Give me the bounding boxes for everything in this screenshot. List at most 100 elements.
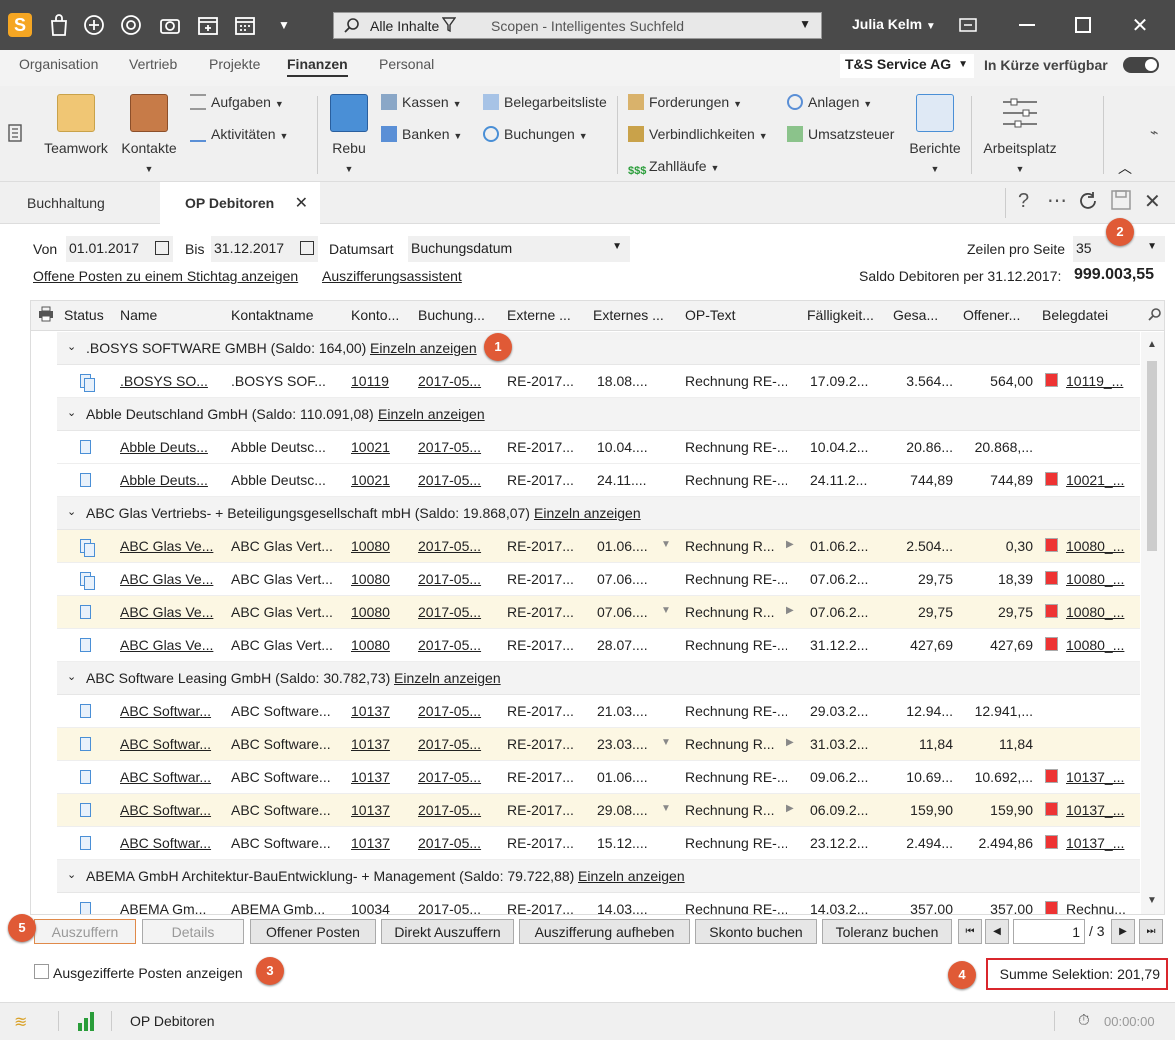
pdf-icon[interactable] bbox=[1045, 373, 1058, 387]
cell-konto[interactable]: 10119 bbox=[351, 373, 401, 389]
edit-icon[interactable]: ≋ bbox=[14, 1012, 27, 1032]
pdf-icon[interactable] bbox=[1045, 802, 1058, 816]
cell-belegdatei[interactable]: 10137_... bbox=[1066, 769, 1136, 785]
einzeln-anzeigen-link[interactable]: Einzeln anzeigen bbox=[534, 505, 641, 521]
menu-organisation[interactable]: Organisation bbox=[19, 56, 98, 72]
cell-konto[interactable]: 10137 bbox=[351, 769, 401, 785]
table-row[interactable]: .BOSYS SO... .BOSYS SOF... 10119 2017-05...… bbox=[57, 365, 1140, 398]
toleranz-buchen-button[interactable]: Toleranz buchen bbox=[822, 919, 952, 944]
cell-konto[interactable]: 10080 bbox=[351, 571, 401, 587]
aufgaben-button[interactable]: Aufgaben ▼ bbox=[190, 94, 284, 110]
prev-page-icon[interactable]: ◀ bbox=[985, 919, 1009, 944]
filter-icon[interactable] bbox=[441, 17, 457, 36]
close-tab-icon[interactable]: ✕ bbox=[295, 193, 308, 213]
calendar-icon[interactable] bbox=[155, 241, 169, 255]
cell-konto[interactable]: 10137 bbox=[351, 802, 401, 818]
ausgezifferte-checkbox[interactable] bbox=[34, 964, 49, 979]
app-logo[interactable]: S bbox=[8, 13, 32, 37]
aktivitaeten-button[interactable]: Aktivitäten ▼ bbox=[190, 126, 288, 142]
chevron-down-icon[interactable]: ⌄ bbox=[67, 505, 76, 518]
search-field[interactable]: Alle Inhalte Scopen - Intelligentes Such… bbox=[333, 12, 822, 39]
cell-name[interactable]: Abble Deuts... bbox=[120, 439, 220, 455]
buchungen-button[interactable]: Buchungen ▼ bbox=[483, 126, 588, 142]
calendar-icon[interactable] bbox=[231, 11, 259, 39]
scrollbar-thumb[interactable] bbox=[1147, 361, 1157, 551]
col-name[interactable]: Name bbox=[120, 307, 220, 323]
banken-button[interactable]: Banken ▼ bbox=[381, 126, 462, 142]
panel-toggle-icon[interactable] bbox=[8, 124, 22, 145]
berichte-button[interactable]: Berichte ▼ bbox=[905, 94, 965, 174]
kontakte-button[interactable]: Kontakte ▼ bbox=[118, 94, 180, 174]
einzeln-anzeigen-link[interactable]: Einzeln anzeigen bbox=[378, 406, 485, 422]
scroll-down-icon[interactable]: ▼ bbox=[1147, 895, 1157, 906]
table-row[interactable]: ABC Softwar... ABC Software... 10137 2017-0… bbox=[57, 761, 1140, 794]
cell-name[interactable]: ABEMA Gm... bbox=[120, 901, 220, 914]
rebu-button[interactable]: Rebu ▼ bbox=[327, 94, 371, 174]
cell-buchung[interactable]: 2017-05... bbox=[418, 604, 500, 620]
einzeln-anzeigen-link[interactable]: Einzeln anzeigen bbox=[578, 868, 685, 884]
more-options-icon[interactable]: ⋯ bbox=[1047, 188, 1067, 213]
stichtag-link[interactable]: Offene Posten zu einem Stichtag anzeigen bbox=[33, 268, 298, 284]
refresh-icon[interactable] bbox=[1077, 190, 1099, 215]
cell-name[interactable]: ABC Softwar... bbox=[120, 769, 220, 785]
cell-buchung[interactable]: 2017-05... bbox=[418, 901, 500, 914]
cell-belegdatei[interactable]: 10080_... bbox=[1066, 604, 1136, 620]
expand-right-icon[interactable]: ▶ bbox=[786, 605, 794, 616]
auszuffern-button[interactable]: Auszuffern bbox=[34, 919, 136, 944]
save-icon[interactable] bbox=[1111, 190, 1131, 213]
dropdown-icon[interactable]: ▼ bbox=[661, 605, 671, 616]
page-input[interactable]: 1 bbox=[1013, 919, 1085, 944]
table-row[interactable]: ABC Glas Ve... ABC Glas Vert... 10080 2017-… bbox=[57, 530, 1140, 563]
expand-right-icon[interactable]: ▶ bbox=[786, 803, 794, 814]
cell-buchung[interactable]: 2017-05... bbox=[418, 703, 500, 719]
table-row[interactable]: Abble Deuts... Abble Deutsc... 10021 2017-0… bbox=[57, 431, 1140, 464]
col-op-text[interactable]: OP-Text bbox=[685, 307, 785, 323]
cell-buchung[interactable]: 2017-05... bbox=[418, 637, 500, 653]
pdf-icon[interactable] bbox=[1045, 472, 1058, 486]
col-externe[interactable]: Externe ... bbox=[507, 307, 585, 323]
table-row[interactable]: ABC Glas Ve... ABC Glas Vert... 10080 2017-… bbox=[57, 596, 1140, 629]
pdf-icon[interactable] bbox=[1045, 901, 1058, 914]
direkt-auszuffern-button[interactable]: Direkt Auszuffern bbox=[381, 919, 514, 944]
von-date-field[interactable]: 01.01.2017 bbox=[66, 236, 173, 262]
pdf-icon[interactable] bbox=[1045, 571, 1058, 585]
skonto-buchen-button[interactable]: Skonto buchen bbox=[695, 919, 817, 944]
cell-belegdatei[interactable]: 10119_... bbox=[1066, 373, 1136, 389]
signal-bars-icon[interactable] bbox=[77, 1011, 95, 1034]
cell-belegdatei[interactable]: 10021_... bbox=[1066, 472, 1136, 488]
offener-posten-button[interactable]: Offener Posten bbox=[250, 919, 376, 944]
col-buchung[interactable]: Buchung... bbox=[418, 307, 498, 323]
cell-buchung[interactable]: 2017-05... bbox=[418, 538, 500, 554]
cell-konto[interactable]: 10137 bbox=[351, 703, 401, 719]
soon-toggle[interactable] bbox=[1123, 57, 1159, 73]
user-menu[interactable]: Julia Kelm ▼ bbox=[852, 16, 936, 32]
cell-name[interactable]: ABC Softwar... bbox=[120, 703, 220, 719]
camera-icon[interactable] bbox=[156, 11, 184, 39]
tab-op-debitoren[interactable]: OP Debitoren ✕ bbox=[160, 182, 320, 224]
cell-konto[interactable]: 10021 bbox=[351, 439, 401, 455]
next-page-icon[interactable]: ▶ bbox=[1111, 919, 1135, 944]
cell-name[interactable]: ABC Softwar... bbox=[120, 835, 220, 851]
cell-name[interactable]: Abble Deuts... bbox=[120, 472, 220, 488]
cell-buchung[interactable]: 2017-05... bbox=[418, 736, 500, 752]
cell-name[interactable]: ABC Glas Ve... bbox=[120, 538, 220, 554]
bis-date-field[interactable]: 31.12.2017 bbox=[211, 236, 318, 262]
chevron-down-icon[interactable]: ⌄ bbox=[67, 670, 76, 683]
col-externes[interactable]: Externes ... bbox=[593, 307, 679, 323]
menu-personal[interactable]: Personal bbox=[379, 56, 434, 72]
cell-name[interactable]: ABC Glas Ve... bbox=[120, 637, 220, 653]
pulse-icon[interactable]: ⌁ bbox=[1150, 124, 1158, 141]
close-icon[interactable]: ✕ bbox=[1144, 189, 1161, 214]
cell-buchung[interactable]: 2017-05... bbox=[418, 373, 500, 389]
cell-belegdatei[interactable]: 10137_... bbox=[1066, 802, 1136, 818]
dropdown-icon[interactable]: ▼ bbox=[661, 803, 671, 814]
collapse-ribbon-icon[interactable]: ︿ bbox=[1118, 158, 1132, 178]
table-row[interactable]: ABC Softwar... ABC Software... 10137 2017-0… bbox=[57, 827, 1140, 860]
auszifferung-aufheben-button[interactable]: Auszifferung aufheben bbox=[519, 919, 690, 944]
table-row[interactable]: ABC Softwar... ABC Software... 10137 2017-0… bbox=[57, 728, 1140, 761]
zahllaeufe-button[interactable]: $$$ Zahlläufe ▼ bbox=[628, 158, 719, 181]
pdf-icon[interactable] bbox=[1045, 637, 1058, 651]
anlagen-button[interactable]: Anlagen ▼ bbox=[787, 94, 872, 110]
kassen-button[interactable]: Kassen ▼ bbox=[381, 94, 462, 110]
col-belegdatei[interactable]: Belegdatei bbox=[1042, 307, 1122, 323]
